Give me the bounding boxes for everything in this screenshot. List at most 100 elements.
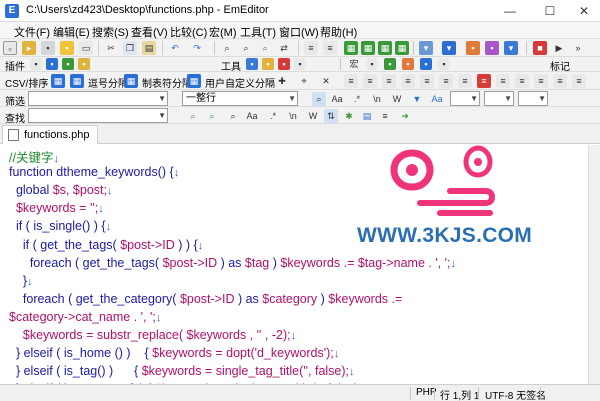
menu-tools[interactable]: 工具(T)	[240, 24, 276, 40]
search-find-icon[interactable]: ⌕	[226, 109, 240, 123]
macro-1-icon[interactable]: 宏	[348, 58, 360, 70]
sort-11-icon[interactable]: ≡	[534, 74, 548, 88]
sort-4-icon[interactable]: ≡	[401, 74, 415, 88]
view-mode-2-icon[interactable]: ▦	[361, 41, 375, 55]
tool-2-icon[interactable]: ▪	[262, 58, 274, 70]
code-line[interactable]: foreach ( get_the_category( $post->ID ) …	[9, 292, 402, 306]
search-regex-icon[interactable]: .*	[266, 109, 280, 123]
case-icon[interactable]: Aa	[430, 92, 444, 106]
plugin-3-icon[interactable]: ▪	[62, 58, 74, 70]
macro-options-icon[interactable]: ▾	[504, 41, 518, 55]
code-line[interactable]: } elseif ( is_home () ) { $keywords = do…	[9, 346, 339, 360]
plugin-1-icon[interactable]: ▪	[30, 58, 42, 70]
search-case-icon[interactable]: Aa	[245, 109, 259, 123]
code-line[interactable]: $category->cat_name . ', ';↓	[9, 310, 161, 324]
sort-2-icon[interactable]: ≡	[363, 74, 377, 88]
plus-icon[interactable]: ✚	[275, 74, 289, 88]
plugin-4-icon[interactable]: ▪	[78, 58, 90, 70]
macro-2-icon[interactable]: ▪	[366, 58, 378, 70]
sort-5-icon[interactable]: ≡	[420, 74, 434, 88]
user-separated-icon[interactable]: ▦	[187, 74, 201, 88]
macro-3-icon[interactable]: ▪	[384, 58, 396, 70]
minimize-button[interactable]: —	[492, 0, 528, 22]
view-mode-4-icon[interactable]: ▦	[395, 41, 409, 55]
sort-3-icon[interactable]: ≡	[382, 74, 396, 88]
menu-compare[interactable]: 比较(C)	[170, 24, 207, 40]
stop-record-icon[interactable]: ■	[533, 41, 547, 55]
ruler-icon[interactable]: ≡	[323, 41, 337, 55]
match-case-icon[interactable]: Aa	[330, 92, 344, 106]
sort-10-icon[interactable]: ≡	[515, 74, 529, 88]
code-line[interactable]: foreach ( get_the_tags( $post->ID ) as $…	[9, 256, 456, 270]
sort-13-icon[interactable]: ≡	[572, 74, 586, 88]
filter-context-before[interactable]: ▼	[450, 91, 480, 106]
search-go-icon[interactable]: ➜	[398, 109, 412, 123]
tool-4-icon[interactable]: ▪	[294, 58, 306, 70]
csv-mode-icon[interactable]: ▦	[70, 74, 84, 88]
play-macro-icon[interactable]: ▶	[552, 41, 566, 55]
code-line[interactable]: if ( get_the_tags( $post->ID ) ) {↓	[9, 238, 203, 252]
search-books-icon[interactable]: ▤	[360, 109, 374, 123]
window-list-icon[interactable]: ▾	[442, 41, 456, 55]
code-line[interactable]: //关键字↓	[9, 147, 59, 166]
code-line[interactable]: global $s, $post;↓	[9, 183, 113, 197]
menu-edit[interactable]: 编辑(E)	[53, 24, 90, 40]
sort-6-icon[interactable]: ≡	[439, 74, 453, 88]
macro-6-icon[interactable]: ▪	[438, 58, 450, 70]
tab-functions-php[interactable]: functions.php	[2, 125, 98, 144]
sort-12-icon[interactable]: ≡	[553, 74, 567, 88]
search-highlight-icon[interactable]: ⇅	[324, 109, 338, 123]
filter-context-extra[interactable]: ▼	[518, 91, 548, 106]
user-separated-button[interactable]: 用户自定义分隔	[205, 75, 275, 90]
print-icon[interactable]: ▭	[79, 41, 93, 55]
find-next-green-icon[interactable]: ⌕	[186, 109, 200, 123]
paste-icon[interactable]: ▤	[142, 41, 156, 55]
plugin-2-icon[interactable]: ▪	[46, 58, 58, 70]
funnel-icon[interactable]: ▼	[410, 92, 424, 106]
regex-icon[interactable]: .*	[350, 92, 364, 106]
search-escape-icon[interactable]: \n	[286, 109, 300, 123]
menu-file[interactable]: 文件(F)	[14, 24, 50, 40]
status-encoding[interactable]: UTF-8 无签名	[485, 387, 546, 401]
properties-icon[interactable]: ▪	[466, 41, 480, 55]
csv-grid-icon[interactable]: ▦	[51, 74, 65, 88]
search-options-icon[interactable]: ≡	[378, 109, 392, 123]
macro-4-icon[interactable]: ▪	[402, 58, 414, 70]
comma-separated-button[interactable]: 逗号分隔	[88, 75, 128, 90]
sort-1-icon[interactable]: ≡	[344, 74, 358, 88]
search-input[interactable]: ▼	[28, 108, 168, 123]
find-prev-icon[interactable]: ⌕	[258, 41, 272, 55]
copy-icon[interactable]: ❐	[123, 41, 137, 55]
code-line[interactable]: function dtheme_keywords() {↓	[9, 165, 179, 179]
customize-icon[interactable]: ▪	[485, 41, 499, 55]
sort-9-icon[interactable]: ≡	[496, 74, 510, 88]
menu-window[interactable]: 窗口(W)	[279, 24, 319, 40]
undo-icon[interactable]: ↶	[168, 41, 182, 55]
code-line[interactable]: } elseif ( is_tag() ) { $keywords = sing…	[9, 364, 355, 378]
code-line[interactable]: }↓	[9, 274, 33, 288]
new-file-icon[interactable]: ▫	[3, 41, 17, 55]
menu-view[interactable]: 查看(V)	[131, 24, 168, 40]
save-icon[interactable]: ▪	[41, 41, 55, 55]
menu-search[interactable]: 搜索(S)	[92, 24, 129, 40]
close-button[interactable]: ✕	[566, 0, 600, 22]
no-wrap-icon[interactable]: ✕	[319, 74, 333, 88]
cut-icon[interactable]: ✂	[104, 41, 118, 55]
code-line[interactable]: if ( is_single() ) {↓	[9, 219, 111, 233]
menu-macro[interactable]: 宏(M)	[209, 24, 237, 40]
view-mode-1-icon[interactable]: ▦	[344, 41, 358, 55]
find-next-icon[interactable]: ⌕	[239, 41, 253, 55]
filter-find-icon[interactable]: ⌕	[312, 92, 326, 106]
filter-context-after[interactable]: ▼	[484, 91, 514, 106]
tool-1-icon[interactable]: ▪	[246, 58, 258, 70]
filter-scope-select[interactable]: 一整行 ▼	[182, 91, 298, 106]
config-icon[interactable]: ▾	[419, 41, 433, 55]
open-folder-icon[interactable]: ▸	[22, 41, 36, 55]
replace-icon[interactable]: ⇄	[277, 41, 291, 55]
code-line[interactable]: $keywords = '';↓	[9, 201, 104, 215]
find-icon[interactable]: ⌕	[220, 41, 234, 55]
save-all-icon[interactable]: ▪	[60, 41, 74, 55]
view-mode-3-icon[interactable]: ▦	[378, 41, 392, 55]
escape-icon[interactable]: \n	[370, 92, 384, 106]
vertical-scrollbar[interactable]	[588, 145, 600, 384]
